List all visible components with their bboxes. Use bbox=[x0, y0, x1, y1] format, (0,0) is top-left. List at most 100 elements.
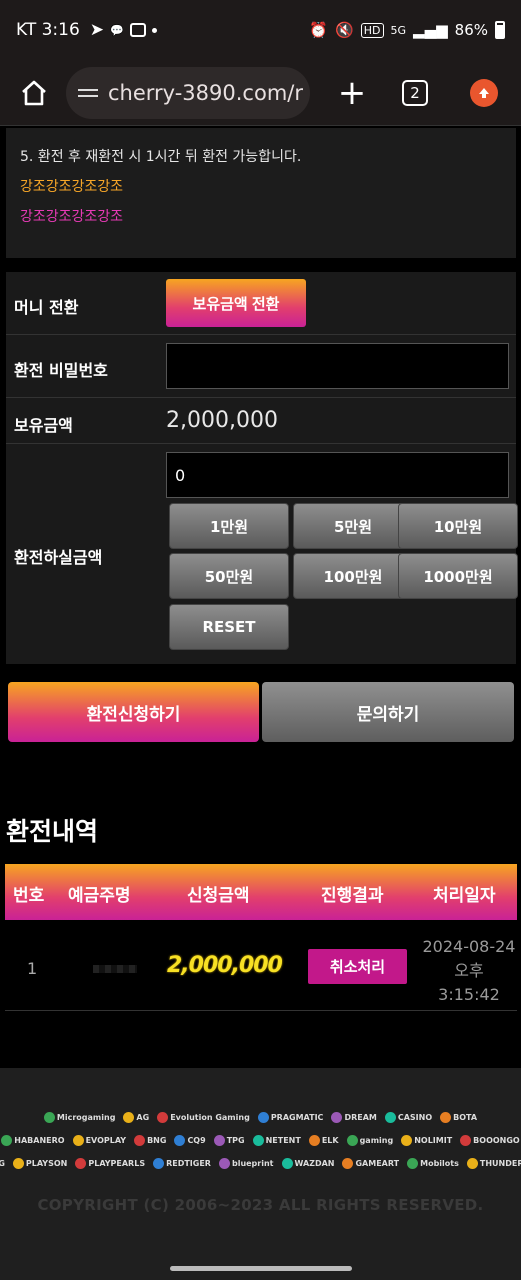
notification-icons: ➤ 💬 bbox=[90, 20, 157, 40]
provider-logo-name: Evolution Gaming bbox=[170, 1112, 250, 1122]
money-convert-row: 머니 전환 보유금액 전환 bbox=[6, 272, 516, 335]
telegram-icon: ➤ bbox=[89, 20, 105, 40]
notice-box: 5. 환전 후 재환전 시 1시간 뒤 환전 가능합니다. 강조강조강조강조 강… bbox=[6, 128, 516, 258]
provider-logo-icon bbox=[43, 1111, 55, 1123]
provider-logo: BNG bbox=[134, 1131, 166, 1149]
amount-row: 환전하실금액 0 1만원 5만원 10만원 50만원 100만원 1000만원 … bbox=[6, 444, 518, 664]
provider-logo-icon bbox=[308, 1134, 320, 1146]
provider-logo-name: CASINO bbox=[397, 1112, 433, 1122]
provider-logo-icon bbox=[153, 1157, 165, 1169]
provider-logo: ELK bbox=[308, 1131, 339, 1149]
tab-switcher-button[interactable]: 2 bbox=[402, 79, 428, 106]
footer: Microgaming AG Evolution Gaming PRAGMATIC DR… bbox=[0, 1068, 521, 1280]
provider-logo-name: ELK bbox=[321, 1135, 339, 1145]
apply-withdraw-button[interactable]: 환전신청하기 bbox=[8, 682, 259, 742]
notice-highlight-pink: 강조강조강조강조 bbox=[20, 209, 124, 225]
provider-logo: PLAYSON bbox=[12, 1154, 68, 1172]
address-bar[interactable]: cherry-3890.com/r bbox=[66, 66, 310, 119]
mute-icon: 🔇 bbox=[335, 21, 354, 39]
reset-button[interactable]: RESET bbox=[169, 604, 289, 650]
chip-100k-button[interactable]: 10만원 bbox=[398, 503, 518, 549]
provider-logo-name: PLAYSON bbox=[25, 1158, 68, 1168]
provider-logo-icon bbox=[281, 1157, 293, 1169]
hd-icon: HD bbox=[360, 22, 384, 38]
provider-logo-icon bbox=[346, 1134, 358, 1146]
provider-logo-icon bbox=[342, 1157, 354, 1169]
provider-logo-name: DREAM bbox=[344, 1112, 377, 1122]
column-header: 번호 bbox=[13, 886, 45, 906]
home-button[interactable] bbox=[12, 71, 56, 115]
provider-logo: AG bbox=[123, 1108, 149, 1126]
provider-logo: Mobilots bbox=[407, 1154, 459, 1172]
notice-line: 5. 환전 후 재환전 시 1시간 뒤 환전 가능합니다. bbox=[20, 149, 302, 165]
inquiry-button[interactable]: 문의하기 bbox=[262, 682, 514, 742]
password-label: 환전 비밀번호 bbox=[14, 361, 108, 380]
provider-logo: EVOPLAY bbox=[72, 1131, 126, 1149]
password-input[interactable] bbox=[166, 343, 509, 389]
provider-logo-icon bbox=[174, 1134, 186, 1146]
money-convert-label: 머니 전환 bbox=[14, 298, 79, 317]
amount-label: 환전하실금액 bbox=[14, 548, 103, 567]
depositor-name-masked bbox=[93, 965, 137, 973]
home-icon bbox=[22, 80, 46, 105]
provider-logo-icon bbox=[218, 1157, 230, 1169]
provider-logo-icon bbox=[75, 1157, 87, 1169]
chip-10m-button[interactable]: 1000만원 bbox=[398, 553, 518, 599]
provider-logo: THUNDERKICK bbox=[466, 1154, 521, 1172]
provider-logo: Microgaming bbox=[43, 1108, 115, 1126]
provider-logos: Microgaming AG Evolution Gaming PRAGMATIC DR… bbox=[0, 1108, 521, 1177]
provider-row: BIG PLAYSON PLAYPEARLS REDTIGER blueprint WAZ… bbox=[0, 1154, 521, 1172]
amount-input[interactable]: 0 bbox=[166, 452, 509, 498]
provider-logo: DREAM bbox=[331, 1108, 377, 1126]
provider-logo-icon bbox=[257, 1111, 269, 1123]
provider-logo: HABANERO bbox=[1, 1131, 65, 1149]
provider-logo-icon bbox=[466, 1157, 478, 1169]
provider-logo: TPG bbox=[213, 1131, 245, 1149]
chip-10k-button[interactable]: 1만원 bbox=[169, 503, 289, 549]
provider-logo: PLAYPEARLS bbox=[75, 1154, 145, 1172]
provider-logo-name: HABANERO bbox=[14, 1135, 65, 1145]
provider-logo-name: GAMEART bbox=[355, 1158, 400, 1168]
browser-toolbar: cherry-3890.com/r + 2 bbox=[0, 60, 521, 126]
network-icon: 5G bbox=[390, 23, 407, 37]
provider-logo: GAMEART bbox=[342, 1154, 399, 1172]
system-icons: ⏰ 🔇 HD 5G ▂▄▆ 86% bbox=[309, 21, 505, 39]
provider-logo-name: BOOONGO bbox=[473, 1135, 520, 1145]
chip-50k-button[interactable]: 5만원 bbox=[293, 503, 413, 549]
provider-logo: gaming bbox=[346, 1131, 393, 1149]
history-table-header: 번호 예금주명 신청금액 진행결과 처리일자 bbox=[5, 864, 517, 920]
new-tab-button[interactable]: + bbox=[334, 73, 370, 113]
provider-logo-name: CQ9 bbox=[187, 1135, 206, 1145]
talk-icon: 💬 bbox=[110, 23, 124, 37]
signal-icon: ▂▄▆ bbox=[413, 21, 448, 39]
provider-logo-name: NETENT bbox=[265, 1135, 301, 1145]
gesture-bar[interactable] bbox=[170, 1266, 352, 1271]
battery-icon bbox=[495, 21, 505, 39]
provider-logo-name: AG bbox=[136, 1112, 150, 1122]
chip-1m-button[interactable]: 100만원 bbox=[293, 553, 413, 599]
provider-logo: Evolution Gaming bbox=[157, 1108, 250, 1126]
site-settings-icon[interactable] bbox=[78, 88, 98, 97]
provider-logo-icon bbox=[252, 1134, 264, 1146]
provider-row: Microgaming AG Evolution Gaming PRAGMATIC DR… bbox=[28, 1108, 493, 1126]
provider-logo-name: WAZDAN bbox=[294, 1158, 335, 1168]
provider-logo-icon bbox=[384, 1111, 396, 1123]
row-number: 1 bbox=[27, 959, 38, 978]
withdraw-form: 머니 전환 보유금액 전환 환전 비밀번호 보유금액 2,000,000 환전하… bbox=[6, 272, 518, 664]
provider-logo: PRAGMATIC bbox=[257, 1108, 324, 1126]
balance-value: 2,000,000 bbox=[166, 408, 278, 433]
cancel-status-badge[interactable]: 취소처리 bbox=[308, 949, 407, 984]
provider-logo-icon bbox=[331, 1111, 343, 1123]
update-icon[interactable] bbox=[470, 78, 498, 107]
history-title: 환전내역 bbox=[6, 817, 99, 846]
provider-logo-name: PRAGMATIC bbox=[270, 1112, 324, 1122]
chip-500k-button[interactable]: 50만원 bbox=[169, 553, 289, 599]
convert-balance-button[interactable]: 보유금액 전환 bbox=[166, 279, 306, 327]
provider-logo-icon bbox=[440, 1111, 452, 1123]
provider-logo-name: NOLIMIT bbox=[414, 1135, 453, 1145]
provider-logo-icon bbox=[407, 1157, 419, 1169]
provider-logo-name: BOTA bbox=[453, 1112, 478, 1122]
provider-logo: BOTA bbox=[440, 1108, 477, 1126]
provider-logo-name: blueprint bbox=[231, 1158, 274, 1168]
provider-logo-name: REDTIGER bbox=[166, 1158, 211, 1168]
